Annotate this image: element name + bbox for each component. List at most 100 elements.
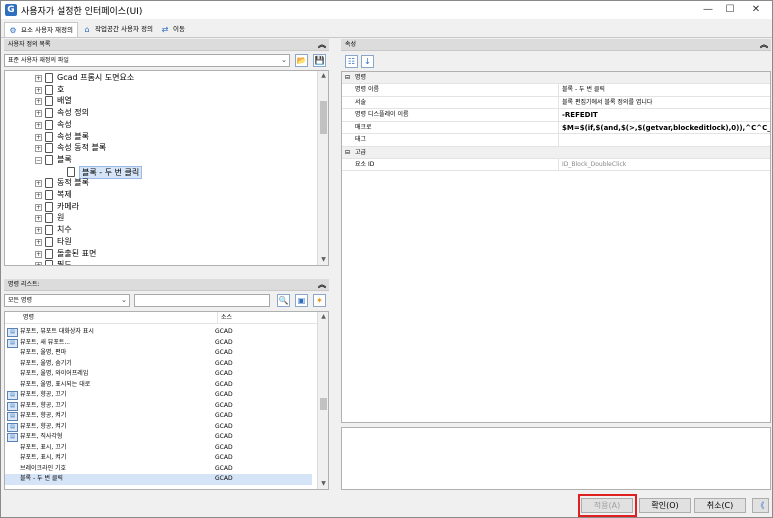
property-row[interactable]: 요소 ID ID_Block_DoubleClick [342, 158, 770, 171]
property-value[interactable]: ID_Block_DoubleClick [562, 159, 626, 171]
column-source[interactable]: 소스 [217, 312, 232, 324]
scroll-up-icon[interactable]: ▲ [318, 71, 328, 81]
tree-item[interactable]: + Gcad 프롬시 도면요소 [5, 72, 315, 84]
scroll-up-icon[interactable]: ▲ [318, 312, 328, 322]
collapse-chevron-icon[interactable]: ︽ [760, 39, 768, 51]
property-row[interactable]: 태그 [342, 134, 770, 147]
command-row[interactable]: 뷰포트, 울명, 숨기기 GCAD [5, 359, 312, 370]
tree-item[interactable]: + 속성 동적 블록 [5, 142, 315, 154]
command-row[interactable]: ▤ 뷰포트, 향공, 끄기 GCAD [5, 401, 312, 412]
scroll-thumb[interactable] [320, 101, 327, 134]
collapse-icon[interactable]: ⊟ [345, 147, 350, 159]
command-row[interactable]: ▤ 뷰포트, 향공, 켜기 GCAD [5, 422, 312, 433]
collapse-chevron-icon[interactable]: ︽ [318, 279, 326, 291]
property-value[interactable]: 블록 편집기에서 블록 정의를 엽니다 [562, 97, 652, 109]
expand-icon[interactable]: + [35, 262, 42, 265]
expand-icon[interactable]: + [35, 180, 42, 188]
maximize-button[interactable]: ☐ [718, 1, 742, 19]
property-value[interactable]: $M=$(if,$(and,$(>,$(getvar,blockeditlock… [562, 122, 770, 134]
tree-item[interactable]: + 필드 [5, 259, 315, 265]
expand-icon[interactable]: + [35, 215, 42, 223]
command-source: GCAD [215, 454, 233, 461]
property-row[interactable]: 매크로 $M=$(if,$(and,$(>,$(getvar,blockeditl… [342, 121, 770, 134]
tree-item[interactable]: + 치수 [5, 224, 315, 236]
save-file-button[interactable]: 💾 [313, 54, 326, 67]
expand-icon[interactable]: + [35, 110, 42, 118]
new-command-button[interactable]: ▣ [295, 294, 308, 307]
tree-item[interactable]: + 동적 블록 [5, 177, 315, 189]
expand-icon[interactable]: + [35, 98, 42, 106]
expand-icon[interactable]: + [35, 133, 42, 141]
tree-item[interactable]: + 원 [5, 212, 315, 224]
expand-icon[interactable]: + [35, 192, 42, 199]
tree-item[interactable]: + 속성 [5, 119, 315, 131]
expand-icon[interactable]: + [35, 145, 42, 153]
command-filter-dropdown[interactable]: 모든 명령 ⌄ [4, 294, 130, 307]
tree-item[interactable]: + 속성 블록 [5, 131, 315, 143]
create-command-button[interactable]: ✶ [313, 294, 326, 307]
expand-icon[interactable]: + [35, 227, 42, 235]
tree-item[interactable]: + 호 [5, 84, 315, 96]
tab-label: 작업공간 사용자 정의 [95, 25, 153, 33]
tree-item[interactable]: + 돌출된 표면 [5, 248, 315, 260]
collapse-icon[interactable]: ⊟ [345, 72, 350, 84]
scroll-thumb[interactable] [320, 398, 327, 410]
command-row[interactable]: 뷰포트, 울명, 편마 GCAD [5, 348, 312, 359]
property-row[interactable]: 서술 블록 편집기에서 블록 정의를 엽니다 [342, 96, 770, 109]
property-group[interactable]: ⊟ 명령 [342, 72, 770, 84]
tree-item[interactable]: + 카메라 [5, 201, 315, 213]
command-row[interactable]: ▤ 뷰포트, 새 뷰포트... GCAD [5, 338, 312, 349]
collapse-icon[interactable]: − [35, 156, 42, 164]
property-row[interactable]: 명령 디스플레이 이름 -REFEDIT [342, 109, 770, 122]
tree-item[interactable]: + 속성 정의 [5, 107, 315, 119]
expand-icon[interactable]: + [35, 75, 42, 82]
tree-item[interactable]: 블록 - 두 번 클릭 [5, 165, 315, 180]
expand-icon[interactable]: + [35, 203, 42, 211]
tree-item[interactable]: + 배열 [5, 95, 315, 107]
command-row[interactable]: 뷰포트, 표시, 켜기 GCAD [5, 453, 312, 464]
ok-button[interactable]: 확인(O) [639, 498, 691, 513]
command-row[interactable]: 뷰포트, 표시, 끄기 GCAD [5, 443, 312, 454]
column-command[interactable]: 명령 [23, 312, 34, 324]
tab-customize-workspace[interactable]: ⌂ 작업공간 사용자 정의 [79, 22, 157, 37]
minimize-button[interactable]: — [696, 1, 720, 19]
command-row[interactable]: ▤ 뷰포트, 직사각형 GCAD [5, 432, 312, 443]
scroll-down-icon[interactable]: ▼ [318, 255, 328, 265]
close-button[interactable]: ✕ [744, 1, 768, 19]
command-row[interactable]: 브레이크라인 기호 GCAD [5, 464, 312, 475]
alphabetical-button[interactable]: ↓ [361, 55, 374, 68]
categorized-button[interactable]: ☷ [345, 55, 358, 68]
tab-transfer[interactable]: ⇄ 이동 [157, 22, 189, 37]
property-value[interactable]: 블록 - 두 번 클릭 [562, 84, 605, 96]
command-row[interactable]: 뷰포트, 울명, 표시되는 대로 GCAD [5, 380, 312, 391]
cancel-button[interactable]: 취소(C) [694, 498, 746, 513]
command-row[interactable]: ▤ 뷰포트, 향공, 끄기 GCAD [5, 390, 312, 401]
tree-item[interactable]: − 블록 [5, 154, 315, 166]
scroll-down-icon[interactable]: ▼ [318, 479, 328, 489]
command-list-scrollbar[interactable]: ▲ ▼ [317, 312, 328, 489]
open-file-button[interactable]: 📂 [295, 54, 308, 67]
command-row[interactable]: 뷰포트, 울명, 와이어프레임 GCAD [5, 369, 312, 380]
command-row[interactable]: 블록 - 두 번 클릭 GCAD [5, 474, 312, 485]
search-button[interactable]: 🔍 [277, 294, 290, 307]
command-row[interactable]: ▤ 뷰포트, 뷰포트 대화상자 표시 GCAD [5, 327, 312, 338]
tree-item[interactable]: + 타원 [5, 236, 315, 248]
property-row[interactable]: 명령 이름 블록 - 두 번 클릭 [342, 84, 770, 97]
description-panel [341, 427, 771, 490]
tab-customize-elements[interactable]: ⚙ 요소 사용자 재정의 [4, 22, 78, 37]
title-bar: G 사용자가 설정한 인터페이스(UI) — ☐ ✕ [1, 1, 772, 19]
property-group[interactable]: ⊟ 고급 [342, 146, 770, 159]
property-value[interactable]: -REFEDIT [562, 109, 598, 121]
tree-scrollbar[interactable]: ▲ ▼ [317, 71, 328, 265]
expand-icon[interactable]: + [35, 121, 42, 129]
tree-item[interactable]: + 복제 [5, 189, 315, 201]
command-row[interactable]: ▤ 뷰포트, 향공, 켜기 GCAD [5, 411, 312, 422]
new-command-icon: ▣ [297, 296, 306, 305]
expand-icon[interactable]: + [35, 250, 42, 258]
collapse-chevron-icon[interactable]: ︽ [318, 39, 326, 51]
command-search-input[interactable] [134, 294, 270, 307]
collapse-panel-button[interactable]: 《 [752, 498, 769, 513]
expand-icon[interactable]: + [35, 238, 42, 246]
expand-icon[interactable]: + [35, 86, 42, 94]
customization-file-dropdown[interactable]: 표준 사용자 재정의 파일 ⌄ [4, 54, 290, 67]
